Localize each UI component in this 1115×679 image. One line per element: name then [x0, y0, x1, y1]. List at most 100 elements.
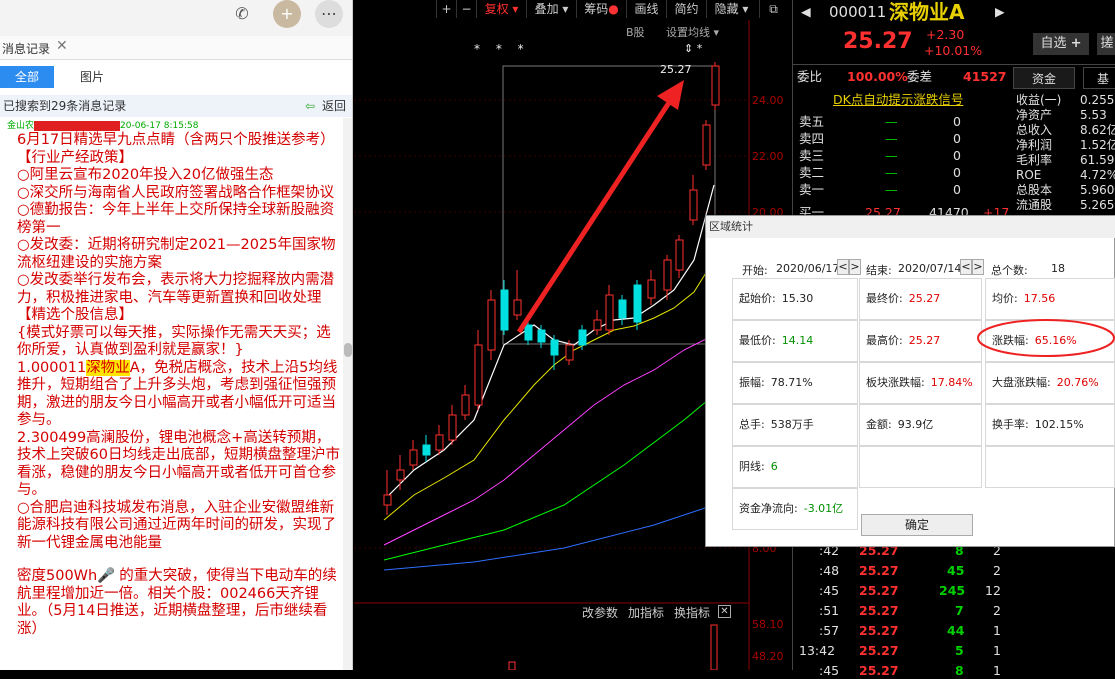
start-label: 开始: — [742, 264, 768, 277]
tick-count: 12 — [985, 583, 1001, 598]
history-title: 消息记录 — [2, 42, 51, 56]
grid-lines — [354, 99, 749, 549]
ask-level-price: — — [885, 165, 898, 180]
volume-bar — [508, 661, 516, 670]
search-result-text: 已搜索到29条消息记录 — [3, 99, 127, 113]
redacted-block — [34, 120, 121, 131]
vol-tick: 48.20 — [752, 650, 784, 663]
candle-body — [448, 414, 457, 441]
divider — [793, 64, 1115, 65]
candle-body — [711, 65, 720, 106]
fin-value: 5.265亿 — [1080, 198, 1115, 212]
watchlist-button[interactable]: 自选 + — [1033, 33, 1089, 55]
candle-body — [435, 434, 444, 451]
tick-count: 1 — [993, 643, 1001, 658]
message-line: 【行业产经政策】 — [17, 149, 133, 166]
stat-cell: 金额: 93.9亿 — [859, 404, 982, 446]
close-subpanel-icon[interactable]: ✕ — [718, 605, 731, 618]
prev-stock-icon[interactable]: ◀ — [801, 4, 811, 20]
candle-body — [513, 299, 522, 316]
tab-fundamentals[interactable]: 基 — [1083, 67, 1115, 89]
start-prev-button[interactable]: < — [837, 259, 849, 275]
fin-value: 61.59% — [1080, 153, 1115, 167]
next-stock-icon[interactable]: ▶ — [995, 4, 1005, 20]
ok-button[interactable]: 确定 — [861, 514, 973, 536]
stat-cell: 最终价: 25.27 — [859, 278, 982, 320]
ask-level-volume: 0 — [953, 182, 961, 197]
message-timestamp: 20-06-17 8:15:58 — [120, 121, 199, 131]
stat-label: 起始价: — [739, 292, 776, 305]
ask-level-price: — — [885, 148, 898, 163]
message-line: {模式好票可以每天推，实际操作无需天天买；选你所爱，认真做到盈利就是赢家！} — [17, 324, 331, 359]
message-line: 6月17日精选早九点点睛（含两只个股推送参考） — [17, 132, 335, 148]
candle-body — [409, 449, 418, 466]
stat-label: 振幅: — [739, 376, 765, 389]
annotation-arrowhead — [657, 80, 684, 110]
back-arrow-icon[interactable]: ⇦ — [305, 95, 315, 117]
stat-cell-empty — [859, 446, 982, 488]
fin-label: 总股本 — [1016, 183, 1053, 197]
y-tick: 24.00 — [752, 94, 784, 107]
fin-value: 0.255 — [1080, 93, 1115, 107]
stat-label: 总手: — [739, 418, 765, 431]
fin-label: 净利润 — [1016, 138, 1053, 152]
stat-label: 大盘涨跌幅: — [992, 376, 1051, 389]
candle-body — [487, 299, 496, 351]
ask-level-volume: 0 — [953, 131, 961, 146]
phone-icon[interactable]: ✆ — [228, 0, 256, 28]
candles-group — [383, 62, 720, 515]
more-icon[interactable]: ⋯ — [315, 0, 343, 28]
tab-images[interactable]: 图片 — [70, 66, 114, 88]
stat-cell: 资金净流向: -3.01亿 — [732, 488, 858, 530]
stat-label: 板块涨跌幅: — [866, 376, 925, 389]
dk-signal-link[interactable]: DK点自动提示涨跌信号 — [833, 92, 963, 108]
ask-level-label: 卖二 — [799, 165, 825, 180]
back-button[interactable]: 返回 — [322, 95, 346, 117]
tick-time: :45 — [819, 583, 840, 598]
candle-body — [702, 124, 711, 166]
stat-label: 阴线: — [739, 460, 765, 473]
add-indicator-button[interactable]: 加指标 — [628, 604, 664, 621]
stat-value: 20.76% — [1056, 376, 1099, 389]
swap-indicator-button[interactable]: 换指标 — [674, 604, 710, 621]
edit-params-button[interactable]: 改参数 — [582, 604, 618, 621]
start-next-button[interactable]: > — [849, 259, 861, 275]
top-marks: ⇕ * — [684, 42, 703, 55]
plus-icon: + — [1070, 36, 1082, 51]
close-icon[interactable]: ✕ — [56, 38, 68, 54]
stat-value: 25.27 — [908, 292, 941, 305]
extra-button[interactable]: 搓 — [1097, 33, 1115, 55]
fin-value: 1.52亿 — [1080, 138, 1115, 152]
stat-cell: 大盘涨跌幅: 20.76% — [985, 362, 1115, 404]
tab-funds[interactable]: 资金 — [1013, 67, 1075, 89]
last-price: 25.27 — [843, 29, 913, 54]
search-result-bar: 已搜索到29条消息记录 ⇦ 返回 — [0, 95, 352, 117]
stock-code: 000011 — [829, 3, 887, 21]
tick-count: 1 — [993, 663, 1001, 678]
candle-body — [593, 319, 602, 331]
tick-volume: 7 — [955, 603, 964, 618]
tick-price: 25.27 — [859, 583, 899, 598]
chat-scrollbar[interactable] — [343, 118, 352, 670]
tick-time: :57 — [819, 623, 840, 638]
message-line: 密度500Wh🎤 的重大突破，使得当下电动车的续航里程增加近一倍。相关个股：002… — [17, 568, 340, 638]
price-change: +2.30 — [926, 27, 965, 42]
candle-body — [474, 344, 483, 406]
emoji-add-icon[interactable]: + — [273, 0, 301, 28]
end-prev-button[interactable]: < — [960, 259, 972, 275]
end-date: 2020/07/14 — [898, 262, 962, 275]
stat-value: 17.84% — [930, 376, 973, 389]
message-fragment: 密度500Wh — [17, 568, 98, 584]
tick-volume: 44 — [947, 623, 965, 638]
stat-value: -3.01亿 — [803, 502, 844, 515]
fin-label: 流通股 — [1016, 198, 1053, 212]
volume-bar — [710, 624, 718, 670]
scroll-thumb[interactable] — [344, 343, 352, 357]
stat-label: 最终价: — [866, 292, 903, 305]
tab-all[interactable]: 全部 — [0, 66, 54, 88]
message-line: ○发改委：近期将研究制定2021—2025年国家物流枢纽建设的实施方案 — [17, 237, 336, 271]
stat-value: 17.56 — [1023, 292, 1056, 305]
stat-label: 金额: — [866, 418, 892, 431]
end-next-button[interactable]: > — [972, 259, 984, 275]
stat-value: 538万手 — [770, 418, 814, 431]
